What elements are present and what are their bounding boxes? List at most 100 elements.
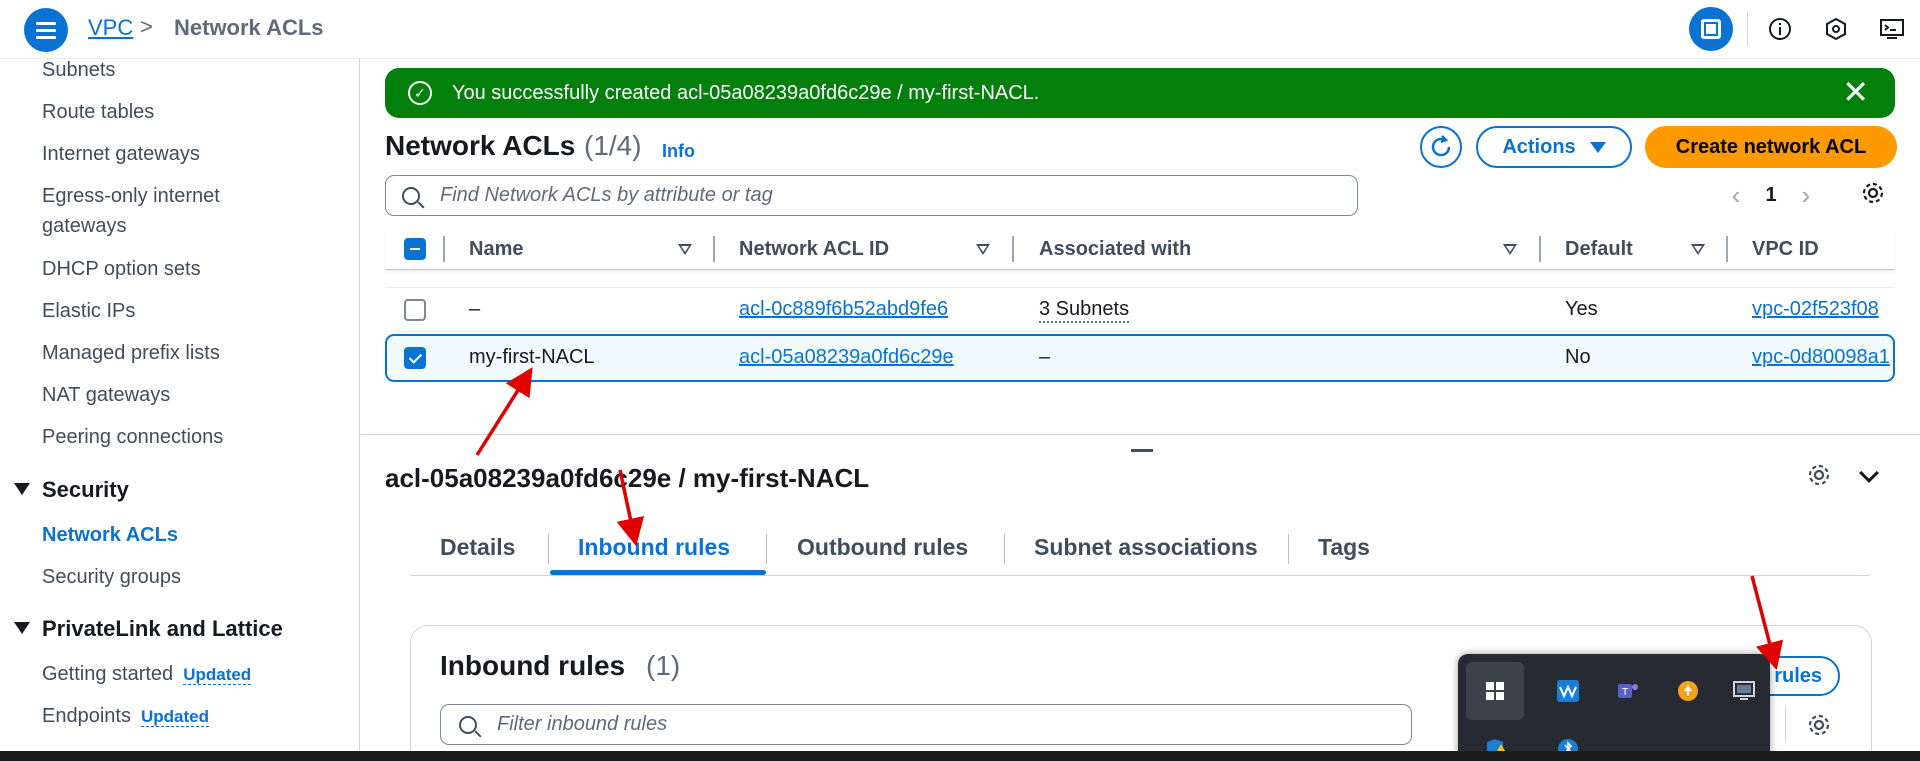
header-tools [1689, 0, 1920, 58]
table-header: Name Network ACL ID Associated with Defa… [385, 230, 1895, 270]
split-panel-gear-icon[interactable] [1806, 462, 1832, 495]
tab-inbound-rules[interactable]: Inbound rules [578, 534, 730, 561]
cell-name: my-first-NACL [469, 346, 595, 368]
nav-nat-gateways[interactable]: NAT gateways [42, 380, 170, 410]
cell-acl-id-link[interactable]: acl-0c889f6b52abd9fe6 [739, 298, 948, 321]
nav-egress-only-gateways-line1[interactable]: Egress-only internet [42, 181, 220, 211]
tray-wave-icon[interactable] [1553, 676, 1583, 706]
chevron-left-icon[interactable]: ‹ [1716, 180, 1756, 211]
tab-separator [548, 534, 549, 564]
search-icon [402, 186, 420, 205]
nav-peering-connections[interactable]: Peering connections [42, 422, 223, 452]
info-icon[interactable] [1752, 0, 1808, 58]
column-header-acl-id[interactable]: Network ACL ID [739, 238, 889, 261]
selection-count: (1/4) [584, 130, 642, 161]
table-row[interactable]: – acl-0c889f6b52abd9fe6 3 Subnets Yes vp… [385, 288, 1895, 332]
tab-separator [1288, 534, 1289, 564]
resize-handle-icon[interactable] [1131, 449, 1153, 452]
cell-default: No [1565, 346, 1591, 368]
row-checkbox-checked[interactable] [404, 347, 426, 369]
teams-icon[interactable]: T [1613, 676, 1643, 706]
tray-app-icon[interactable] [1480, 676, 1510, 706]
table-row-scrolled [385, 270, 1895, 288]
chevron-down-icon[interactable] [1859, 463, 1879, 483]
nav-section-privatelink[interactable]: PrivateLink and Lattice [14, 616, 283, 642]
search-icon [459, 715, 477, 734]
info-link[interactable]: Info [662, 141, 695, 162]
search-placeholder: Find Network ACLs by attribute or tag [440, 184, 773, 206]
table-row-selected[interactable]: my-first-NACL acl-05a08239a0fd6c29e – No… [385, 334, 1895, 382]
refresh-button[interactable] [1420, 126, 1462, 168]
nav-network-acls[interactable]: Network ACLs [42, 520, 178, 550]
flash-message: You successfully created acl-05a08239a0f… [452, 81, 1040, 104]
sort-icon[interactable] [1503, 244, 1517, 255]
tab-tags[interactable]: Tags [1318, 534, 1370, 561]
breadcrumb-vpc-link[interactable]: VPC [88, 15, 133, 41]
panel-icon[interactable] [1689, 7, 1733, 51]
menu-icon[interactable] [24, 8, 68, 52]
filter-placeholder: Filter inbound rules [497, 713, 668, 735]
side-navigation: Subnets Route tables Internet gateways E… [0, 59, 360, 761]
column-header-associated[interactable]: Associated with [1039, 238, 1191, 261]
display-icon[interactable] [1729, 676, 1759, 706]
nav-getting-started[interactable]: Getting started Updated [42, 659, 252, 690]
caret-down-icon [1589, 141, 1606, 153]
nav-section-security[interactable]: Security [14, 477, 129, 503]
settings-hex-icon[interactable] [1808, 0, 1864, 58]
page-number[interactable]: 1 [1756, 184, 1786, 207]
filter-inbound-rules-input[interactable]: Filter inbound rules [440, 704, 1412, 745]
nav-route-tables[interactable]: Route tables [42, 97, 154, 127]
update-icon[interactable] [1673, 676, 1703, 706]
column-header-name[interactable]: Name [469, 238, 523, 261]
expand-triangle-icon [14, 483, 30, 495]
nav-egress-only-gateways-line2[interactable]: gateways [42, 211, 127, 241]
nav-managed-prefix-lists[interactable]: Managed prefix lists [42, 338, 220, 368]
nav-dhcp-option-sets[interactable]: DHCP option sets [42, 254, 201, 284]
tab-details[interactable]: Details [440, 534, 515, 561]
cell-vpc-id-link[interactable]: vpc-02f523f08 [1752, 298, 1879, 321]
actions-button[interactable]: Actions [1476, 126, 1632, 168]
cell-associated[interactable]: 3 Subnets [1039, 298, 1130, 323]
nav-security-groups[interactable]: Security groups [42, 562, 181, 592]
annotation-arrow [475, 367, 533, 456]
column-header-vpc-id[interactable]: VPC ID [1752, 238, 1819, 261]
check-circle-icon: ✓ [408, 81, 432, 105]
updated-badge: Updated [140, 707, 209, 727]
refresh-icon [1431, 135, 1451, 157]
chevron-right-icon[interactable]: › [1786, 180, 1826, 211]
column-separator [443, 236, 445, 262]
svg-text:T: T [1621, 687, 1629, 698]
row-checkbox[interactable] [404, 299, 426, 321]
create-network-acl-button[interactable]: Create network ACL [1645, 126, 1897, 168]
cell-vpc-id-link[interactable]: vpc-0d80098a1 [1752, 346, 1890, 369]
search-input[interactable]: Find Network ACLs by attribute or tag [385, 175, 1358, 216]
detail-title: acl-05a08239a0fd6c29e / my-first-NACL [385, 463, 870, 493]
cell-name: – [469, 298, 481, 320]
sort-icon[interactable] [976, 244, 990, 255]
select-all-checkbox[interactable] [404, 238, 426, 260]
cell-acl-id-link[interactable]: acl-05a08239a0fd6c29e [739, 346, 954, 369]
table-preferences-gear-icon[interactable] [1860, 180, 1886, 213]
top-navigation-bar: VPC > Network ACLs [0, 0, 1920, 59]
sort-icon[interactable] [678, 244, 692, 255]
nav-endpoints[interactable]: Endpoints Updated [42, 701, 209, 732]
tab-subnet-associations[interactable]: Subnet associations [1034, 534, 1258, 561]
cloudshell-icon[interactable] [1864, 0, 1920, 58]
nav-internet-gateways[interactable]: Internet gateways [42, 139, 200, 169]
close-icon[interactable]: ✕ [1842, 76, 1869, 108]
actions-label: Actions [1502, 135, 1576, 158]
rules-preferences-gear-icon[interactable] [1806, 712, 1832, 745]
active-tab-indicator [550, 570, 766, 575]
nav-subnets[interactable]: Subnets [42, 59, 115, 85]
nav-section-label: Security [42, 477, 129, 502]
divider [1785, 705, 1786, 743]
nav-elastic-ips[interactable]: Elastic IPs [42, 296, 135, 326]
sort-icon[interactable] [1691, 244, 1705, 255]
nav-section-label: PrivateLink and Lattice [42, 616, 283, 641]
tab-outbound-rules[interactable]: Outbound rules [797, 534, 968, 561]
column-header-default[interactable]: Default [1565, 238, 1633, 261]
detail-tabs: Details Inbound rules Outbound rules Sub… [410, 528, 1870, 576]
updated-badge: Updated [183, 665, 252, 685]
system-tray-overflow: T [1458, 654, 1770, 761]
cell-default: Yes [1565, 298, 1598, 320]
